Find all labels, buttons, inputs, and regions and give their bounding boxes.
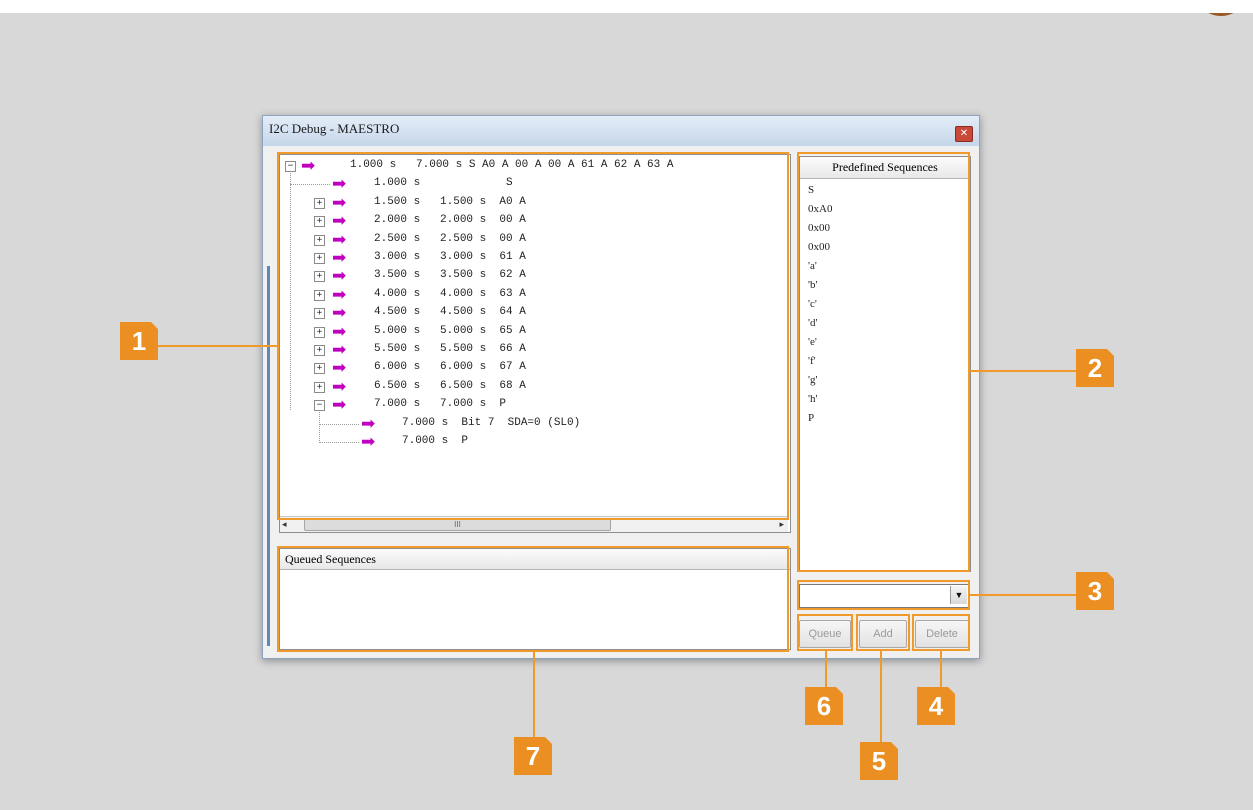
scroll-left-icon[interactable]: ◂ xyxy=(282,519,287,530)
window-title: I2C Debug - MAESTRO xyxy=(269,121,400,136)
callout-badge-5: 5 xyxy=(860,741,899,780)
callout-outline-5 xyxy=(856,614,910,651)
callout-outline-6 xyxy=(797,614,853,651)
callout-line-4 xyxy=(940,651,942,688)
callout-badge-6: 6 xyxy=(805,686,844,725)
callout-line-5 xyxy=(880,651,882,743)
callout-outline-3 xyxy=(797,580,970,610)
top-margin xyxy=(1180,0,1253,13)
callout-badge-2: 2 xyxy=(1076,348,1115,387)
callout-outline-2 xyxy=(797,152,970,572)
window-frame-strip xyxy=(267,266,270,646)
scrollbar-thumb[interactable]: III xyxy=(304,519,611,531)
callout-line-2 xyxy=(970,370,1080,372)
callout-line-6 xyxy=(825,651,827,688)
callout-outline-7 xyxy=(277,546,789,652)
close-button[interactable]: ✕ xyxy=(955,126,973,142)
callout-badge-4: 4 xyxy=(917,686,956,725)
scroll-right-icon[interactable]: ▸ xyxy=(779,519,784,530)
callout-outline-1 xyxy=(277,152,789,520)
callout-badge-3: 3 xyxy=(1076,571,1115,610)
callout-line-1 xyxy=(155,345,277,347)
callout-badge-1: 1 xyxy=(120,321,159,360)
callout-badge-7: 7 xyxy=(514,736,553,775)
title-bar[interactable]: I2C Debug - MAESTRO ✕ xyxy=(263,116,979,146)
callout-line-7 xyxy=(533,652,535,738)
callout-line-3 xyxy=(970,594,1080,596)
close-icon: ✕ xyxy=(959,128,969,139)
callout-outline-4 xyxy=(912,614,970,651)
